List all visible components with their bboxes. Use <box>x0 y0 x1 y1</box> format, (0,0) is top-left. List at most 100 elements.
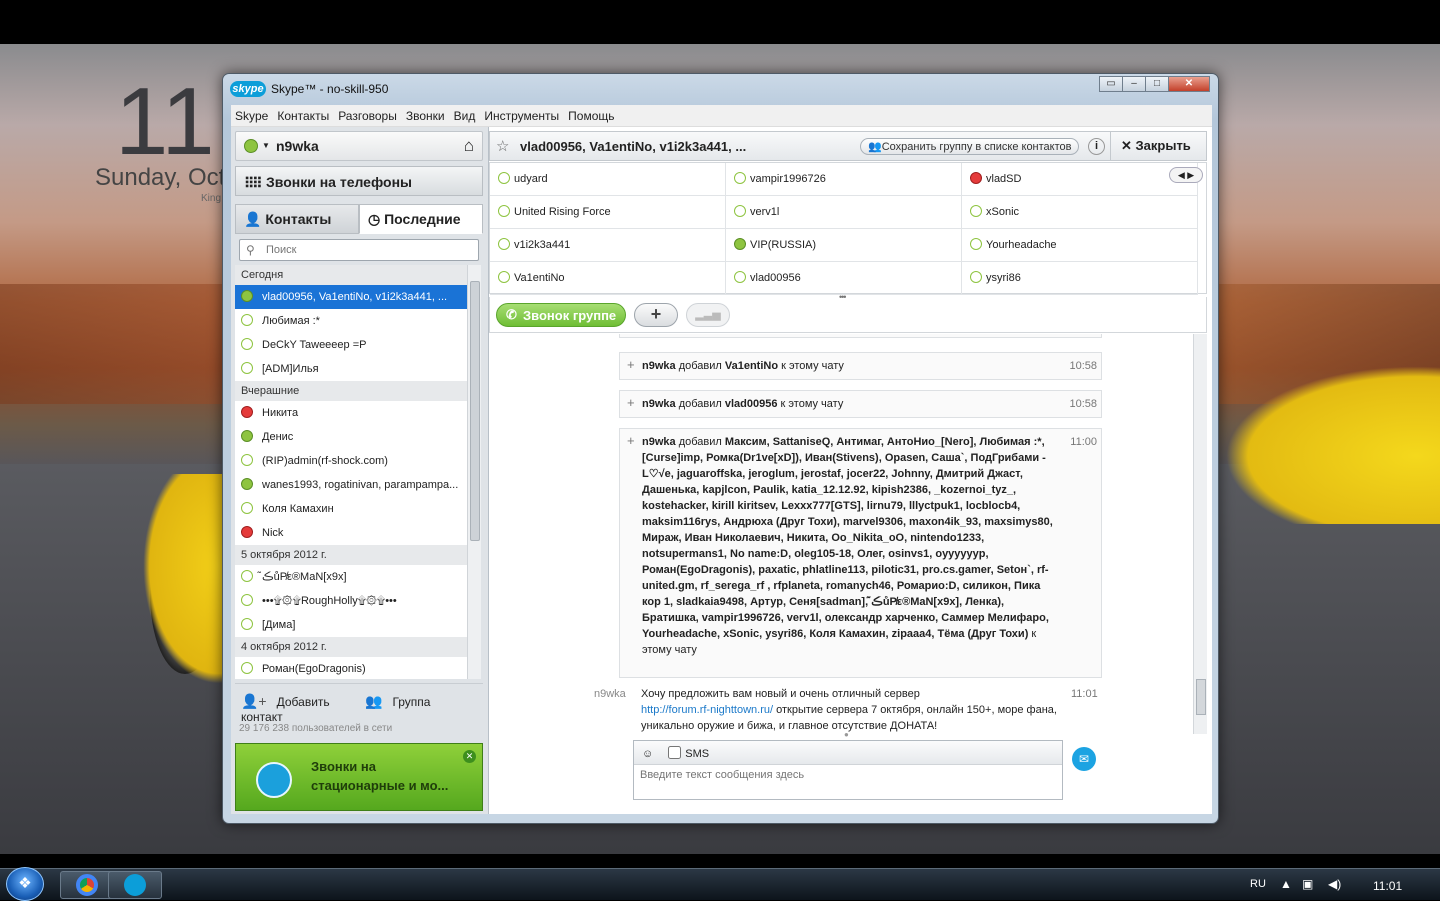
menu-calls[interactable]: Звонки <box>406 109 445 123</box>
close-chat-button[interactable]: ✕ Закрыть <box>1110 132 1206 160</box>
previous-event <box>619 334 1102 338</box>
menu-view[interactable]: Вид <box>454 109 476 123</box>
call-group-button[interactable]: ✆ Звонок группе <box>496 303 626 327</box>
send-message-button[interactable]: ✉ <box>1072 747 1096 771</box>
recent-item[interactable]: wanes1993, rogatinivan, parampampa... <box>235 473 467 497</box>
chat-title: vlad00956, Va1entiNo, v1i2k3a441, ... <box>520 139 747 154</box>
recent-item[interactable]: Денис <box>235 425 467 449</box>
info-icon[interactable]: i <box>1088 138 1105 155</box>
home-icon[interactable]: ⌂ <box>464 136 474 156</box>
event-target: Максим, SattaniseQ, Антимаг, АнтоНио_[Ne… <box>642 436 1053 640</box>
client-area: ▼ n9wka ⌂ ⠿⠿ Звонки на телефоны 👤 Контак… <box>231 127 1212 814</box>
network-icon[interactable]: ▣ <box>1302 877 1313 891</box>
my-profile-bar[interactable]: ▼ n9wka ⌂ <box>235 131 483 161</box>
window-title: Skype™ - no-skill-950 <box>271 82 389 96</box>
tab-contacts-label: Контакты <box>265 211 332 227</box>
message-text: Хочу предложить вам новый и очень отличн… <box>641 688 920 700</box>
message-input[interactable] <box>640 769 1050 795</box>
title-bar[interactable]: skype Skype™ - no-skill-950 ▭ – □ ✕ <box>223 74 1218 102</box>
tab-recent[interactable]: ◷ Последние <box>359 204 483 234</box>
messages-scrollbar[interactable] <box>1193 334 1207 734</box>
save-group-button[interactable]: 👥Сохранить группу в списке контактов <box>860 138 1080 155</box>
menu-skype[interactable]: Skype <box>235 109 268 123</box>
participant-item[interactable]: United Rising Force <box>490 196 726 229</box>
sms-checkbox[interactable] <box>668 746 682 759</box>
menu-conversations[interactable]: Разговоры <box>338 109 397 123</box>
taskbar-chrome[interactable] <box>60 871 114 899</box>
recent-item[interactable]: Роман(EgoDragonis) <box>235 657 467 679</box>
skype-window: skype Skype™ - no-skill-950 ▭ – □ ✕ Skyp… <box>222 73 1219 824</box>
add-contact-button[interactable]: 👤+ Добавить контакт <box>235 684 359 724</box>
event-added-users: + n9wka добавил Максим, SattaniseQ, Анти… <box>619 428 1102 678</box>
show-hidden-icons-icon[interactable]: ▲ <box>1280 877 1292 891</box>
recent-item[interactable]: Nick <box>235 521 467 545</box>
participant-item[interactable]: udyard <box>490 163 726 196</box>
recent-item[interactable]: vlad00956, Va1entiNo, v1i2k3a441, ... <box>235 285 467 309</box>
status-icon <box>241 594 253 606</box>
participant-item[interactable]: Yourheadache <box>962 229 1198 262</box>
participant-name: vlad00956 <box>750 272 801 284</box>
event-time: 10:58 <box>1069 360 1097 372</box>
recent-item[interactable]: Любимая :* <box>235 309 467 333</box>
status-icon <box>734 172 746 184</box>
participant-name: VIP(RUSSIA) <box>750 239 817 251</box>
online-count: 29 176 238 пользователей в сети <box>239 723 393 734</box>
recent-item[interactable]: [Дима] <box>235 613 467 637</box>
scrollbar-thumb[interactable] <box>1196 679 1206 715</box>
participant-item[interactable]: v1i2k3a441 <box>490 229 726 262</box>
participant-item[interactable]: verv1l <box>726 196 962 229</box>
recent-item[interactable]: ڪ̃ůP̸ε®MaN[x9x] <box>235 565 467 589</box>
event-added-user: + n9wka добавил Va1entiNo к этому чату 1… <box>619 352 1102 380</box>
group-icon: 👥 <box>365 693 383 709</box>
recent-item[interactable]: (RIP)admin(rf-shock.com) <box>235 449 467 473</box>
recent-list-scrollbar[interactable] <box>467 265 481 679</box>
contact-actions: 👤+ Добавить контакт 👥 Группа <box>235 683 483 724</box>
dialpad-icon: ⠿⠿ <box>244 175 262 191</box>
close-promo-icon[interactable]: ✕ <box>463 750 476 763</box>
my-username[interactable]: n9wka <box>276 138 319 154</box>
participant-item[interactable]: vladSD <box>962 163 1198 196</box>
create-group-button[interactable]: 👥 Группа <box>359 684 483 715</box>
status-dropdown-icon[interactable]: ▼ <box>262 141 270 150</box>
participants-pager[interactable]: ◀ ▶ <box>1169 167 1203 183</box>
add-people-button[interactable]: + <box>634 303 678 327</box>
recent-item-name: Роман(EgoDragonis) <box>262 663 366 675</box>
search-input[interactable] <box>266 242 466 258</box>
menu-tools[interactable]: Инструменты <box>484 109 559 123</box>
participant-item[interactable]: ysyri86 <box>962 262 1198 295</box>
scrollbar-thumb[interactable] <box>470 281 480 541</box>
taskbar-clock[interactable]: 11:01 <box>1373 879 1402 893</box>
recent-item[interactable]: Никита <box>235 401 467 425</box>
promo-banner[interactable]: Звонки на стационарные и мо... ✕ <box>235 743 483 811</box>
recent-item-name: vlad00956, Va1entiNo, v1i2k3a441, ... <box>262 291 448 303</box>
recent-item[interactable]: [ADM]Илья <box>235 357 467 381</box>
call-phones-button[interactable]: ⠿⠿ Звонки на телефоны <box>235 166 483 196</box>
restore-mini-button[interactable]: ▭ <box>1099 76 1123 92</box>
favorite-star-icon[interactable]: ☆ <box>496 137 509 155</box>
language-indicator[interactable]: RU <box>1250 878 1266 890</box>
participant-item[interactable]: xSonic <box>962 196 1198 229</box>
volume-icon[interactable]: ◀) <box>1328 877 1341 891</box>
online-status-icon[interactable] <box>244 139 258 153</box>
emoticon-icon[interactable]: ☺ <box>642 748 653 760</box>
participant-item[interactable]: Va1entiNo <box>490 262 726 295</box>
recent-item[interactable]: Коля Камахин <box>235 497 467 521</box>
recent-item[interactable]: DeCkY Taweeeep =P <box>235 333 467 357</box>
participant-item[interactable]: vampir1996726 <box>726 163 962 196</box>
tab-contacts[interactable]: 👤 Контакты <box>235 204 359 234</box>
maximize-button[interactable]: □ <box>1145 76 1169 92</box>
minimize-button[interactable]: – <box>1122 76 1146 92</box>
participant-item[interactable]: VIP(RUSSIA) <box>726 229 962 262</box>
skype-logo: skype <box>230 81 266 97</box>
menu-contacts[interactable]: Контакты <box>277 109 329 123</box>
resize-handle[interactable]: ● <box>844 730 849 739</box>
message-link[interactable]: http://forum.rf-nighttown.ru/ <box>641 704 773 716</box>
taskbar-skype[interactable] <box>108 871 162 899</box>
event-target: Va1entiNo <box>724 360 779 372</box>
participant-item[interactable]: vlad00956 <box>726 262 962 295</box>
start-button[interactable]: ❖ <box>6 867 44 901</box>
close-window-button[interactable]: ✕ <box>1168 76 1210 92</box>
menu-help[interactable]: Помощь <box>568 109 614 123</box>
recent-item[interactable]: •••۩۞۩RoughHolly۩۞۩••• <box>235 589 467 613</box>
status-icon <box>970 238 982 250</box>
